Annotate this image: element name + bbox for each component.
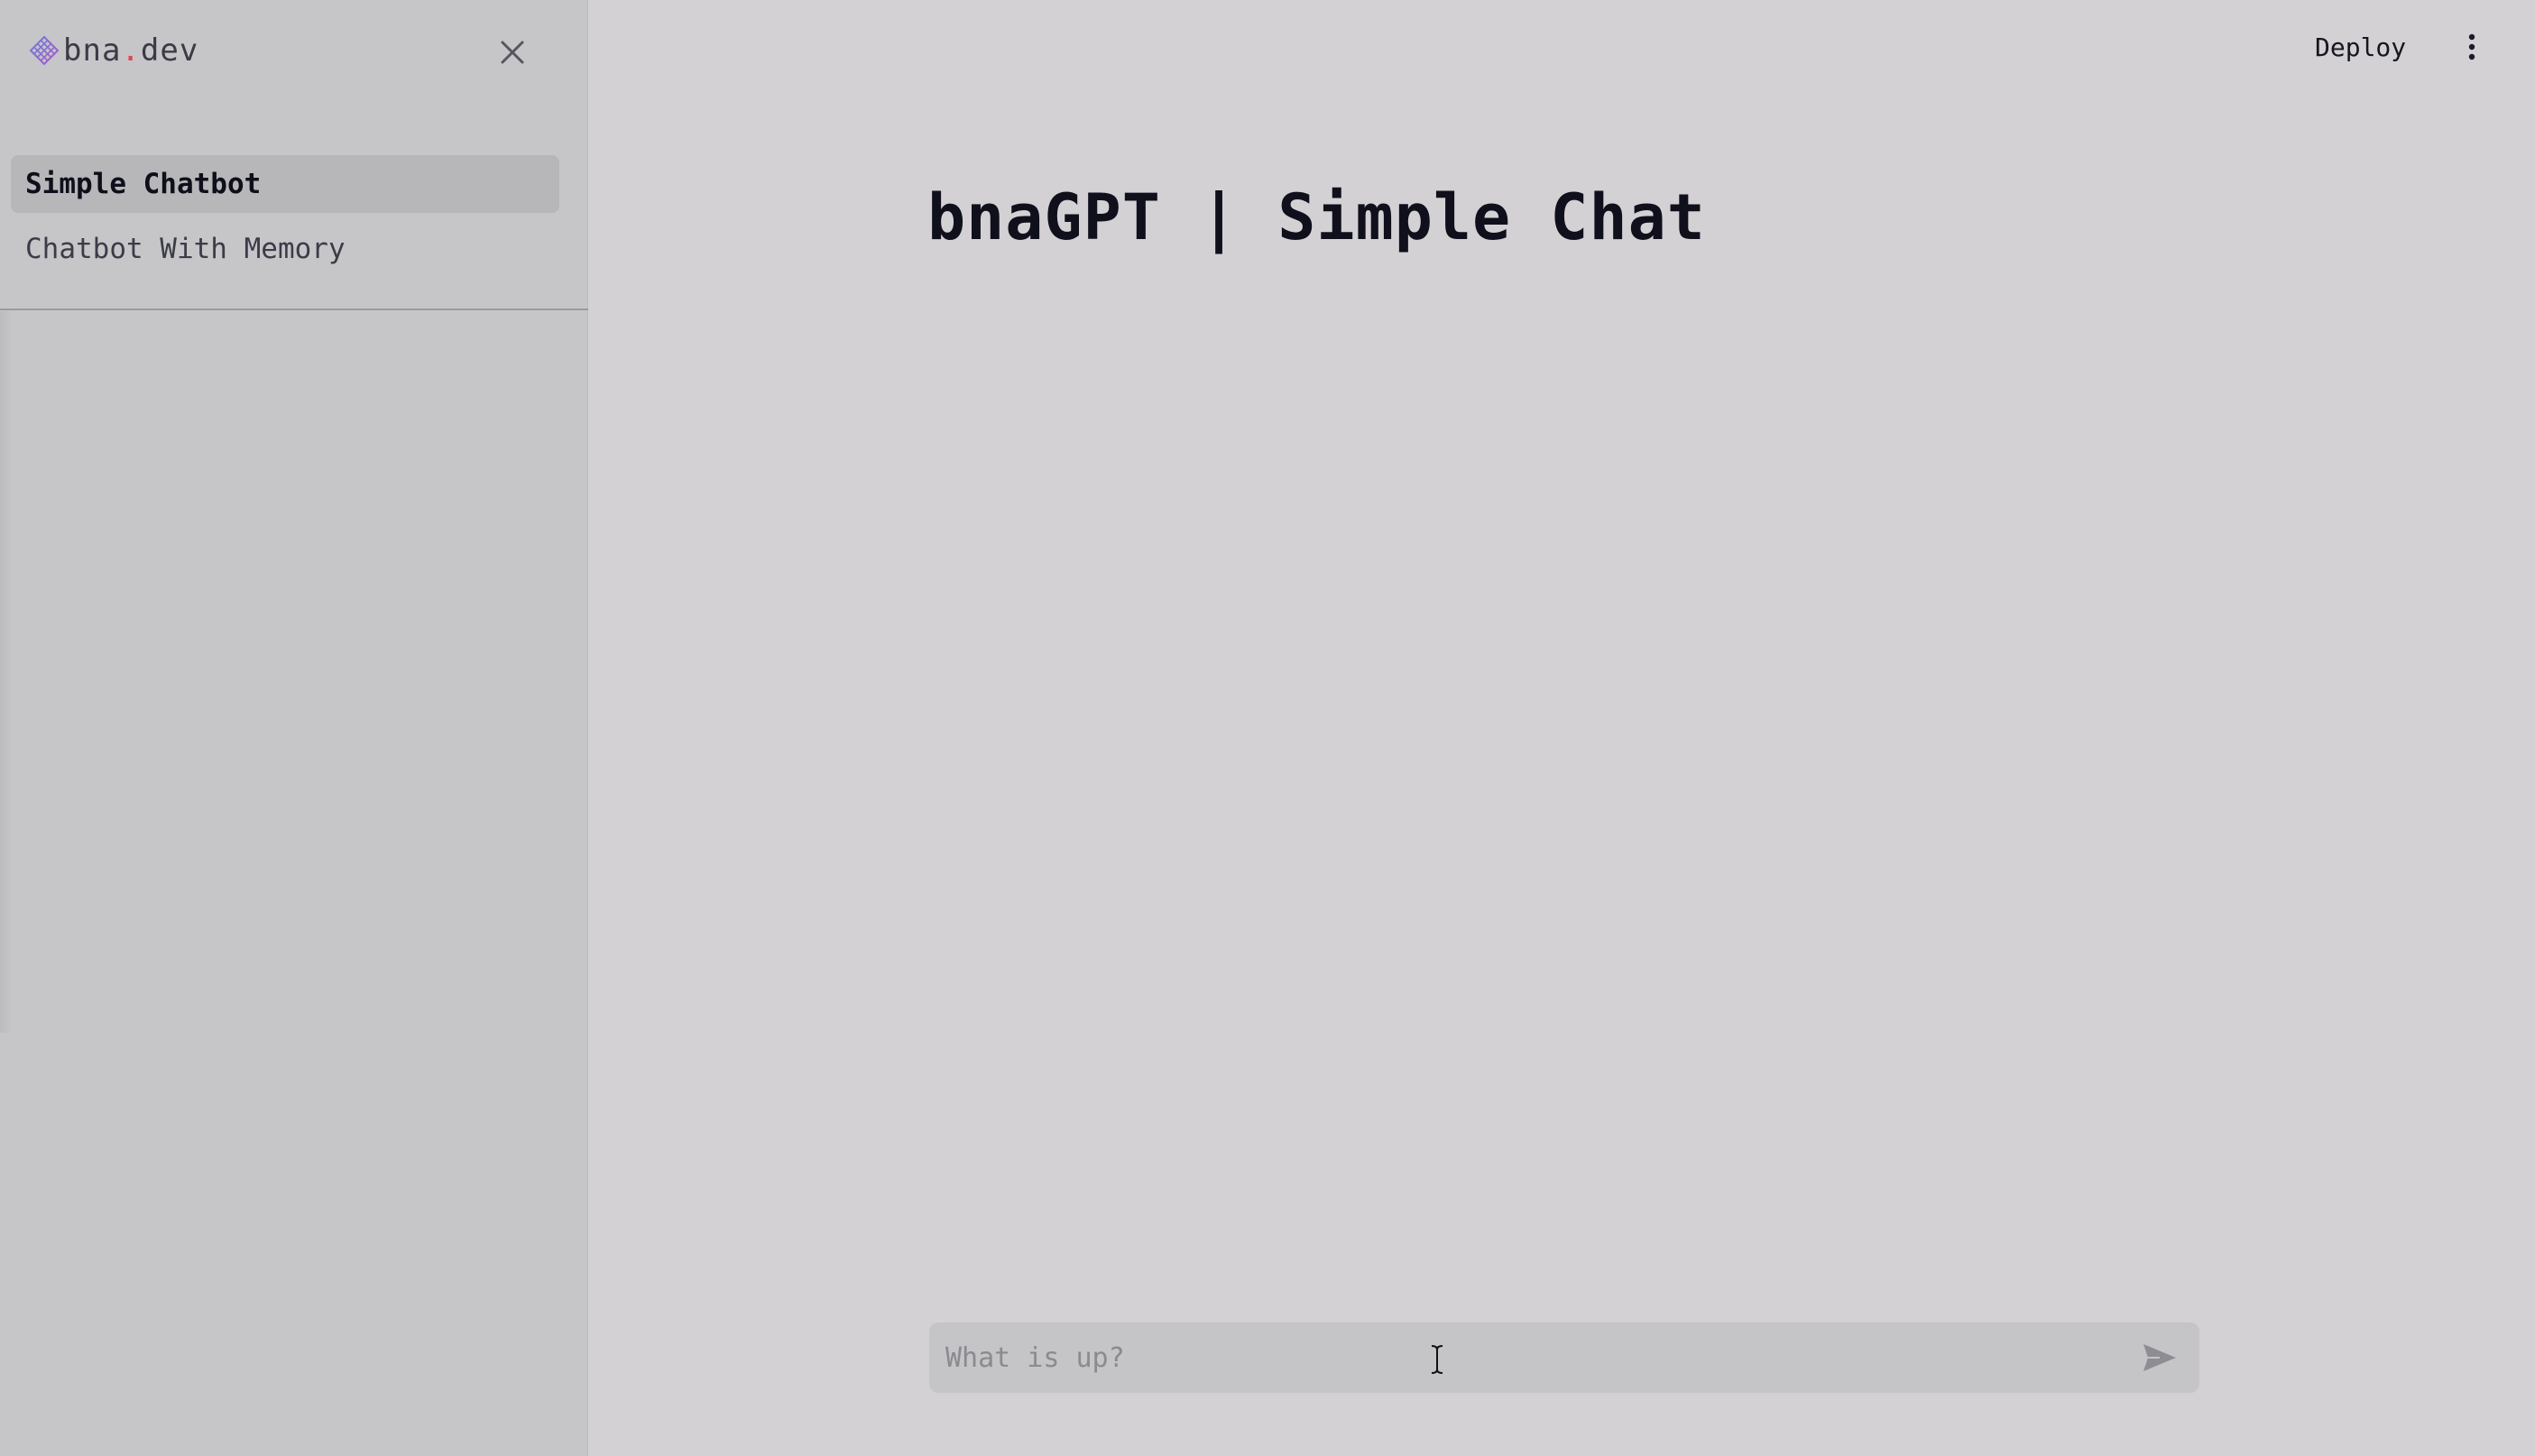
sidebar-resize-edge [0,311,13,1033]
main-menu-button[interactable] [2454,27,2490,67]
sidebar-item-chatbot-with-memory[interactable]: Chatbot With Memory [11,220,559,278]
vertical-dots-icon [2468,33,2475,60]
diamond-grid-logo-icon [29,35,60,66]
close-sidebar-button[interactable] [494,34,530,70]
chat-input-bar [929,1322,2199,1393]
chat-input[interactable] [929,1322,2129,1393]
close-icon [501,41,524,64]
sidebar-item-simple-chatbot[interactable]: Simple Chatbot [11,155,559,213]
sidebar-nav: Simple Chatbot Chatbot With Memory [0,153,588,310]
send-icon [2143,1344,2176,1371]
text-cursor-icon [1431,1345,1443,1374]
deploy-button[interactable]: Deploy [2309,29,2411,65]
brand-logo[interactable]: bna.dev [29,31,198,70]
app-window: bna.dev Simple Chatbot Chatbot With Memo… [0,0,2535,1456]
brand-name: bna.dev [63,32,199,69]
sidebar-header: bna.dev [0,0,588,99]
sidebar: bna.dev Simple Chatbot Chatbot With Memo… [0,0,588,1456]
brand-dot: . [121,32,141,69]
page-title: bnaGPT | Simple Chat [927,180,1706,254]
send-button[interactable] [2138,1337,2181,1378]
